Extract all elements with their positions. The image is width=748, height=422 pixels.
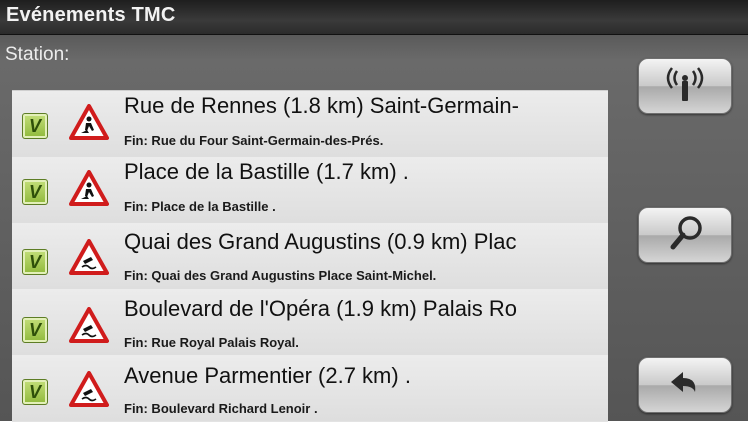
slippery-road-warning-icon (69, 239, 109, 275)
event-title: Boulevard de l'Opéra (1.9 km) Palais Ro (124, 296, 518, 321)
list-item[interactable]: V Boulevard de l'Opéra (1.9 km) Palais R… (12, 289, 608, 356)
event-title: Avenue Parmentier (2.7 km) . (124, 363, 411, 388)
station-label: Station: (5, 44, 70, 65)
event-title: Quai des Grand Augustins (0.9 km) Plac (124, 229, 517, 254)
tmc-screen: Evénements TMC Station: V Rue de Rennes … (0, 0, 748, 422)
event-checkbox[interactable]: V (22, 317, 48, 343)
event-subtitle: Fin: Place de la Bastille . (124, 199, 276, 214)
roadwork-warning-icon (69, 170, 109, 206)
event-title: Place de la Bastille (1.7 km) . (124, 159, 409, 184)
page-title: Evénements TMC (6, 4, 176, 26)
event-subtitle: Fin: Rue du Four Saint-Germain-des-Prés. (124, 133, 384, 148)
broadcast-signal-icon (666, 67, 704, 101)
list-item[interactable]: V Quai des Grand Augustins (0.9 km) Plac… (12, 223, 608, 290)
event-list[interactable]: V Rue de Rennes (1.8 km) Saint-Germain- … (12, 90, 608, 422)
event-title: Rue de Rennes (1.8 km) Saint-Germain- (124, 93, 519, 118)
event-checkbox[interactable]: V (22, 249, 48, 275)
station-signal-button[interactable] (638, 58, 732, 114)
event-checkbox[interactable]: V (22, 179, 48, 205)
back-arrow-icon (671, 372, 696, 392)
list-item[interactable]: V Place de la Bastille (1.7 km) . Fin: P… (12, 157, 608, 224)
search-button[interactable] (638, 207, 732, 263)
title-bar: Evénements TMC (0, 0, 748, 35)
roadwork-warning-icon (69, 104, 109, 140)
event-subtitle: Fin: Rue Royal Palais Royal. (124, 335, 299, 350)
magnifier-icon (670, 216, 702, 250)
slippery-road-warning-icon (69, 307, 109, 343)
event-subtitle: Fin: Quai des Grand Augustins Place Sain… (124, 268, 437, 283)
list-item[interactable]: V Avenue Parmentier (2.7 km) . Fin: Boul… (12, 355, 608, 421)
back-button[interactable] (638, 357, 732, 413)
event-subtitle: Fin: Boulevard Richard Lenoir . (124, 401, 318, 416)
slippery-road-warning-icon (69, 371, 109, 407)
list-item[interactable]: V Rue de Rennes (1.8 km) Saint-Germain- … (12, 91, 608, 158)
event-checkbox[interactable]: V (22, 379, 48, 405)
event-checkbox[interactable]: V (22, 113, 48, 139)
